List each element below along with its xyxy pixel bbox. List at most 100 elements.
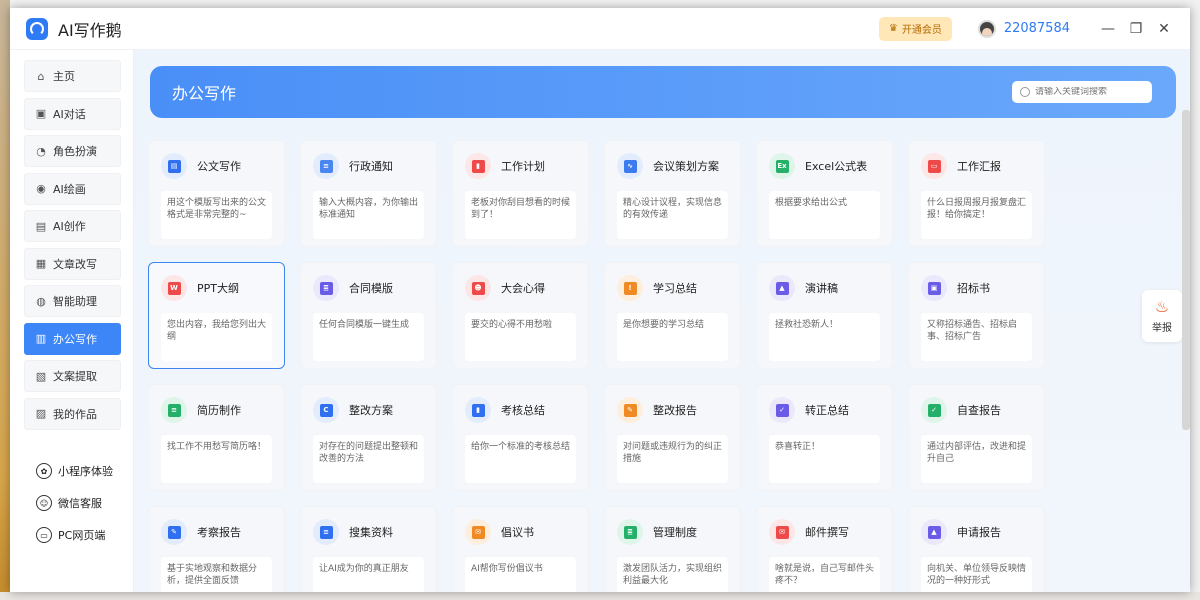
sidebar-item-6[interactable]: ◍ 智能助理 bbox=[24, 285, 121, 317]
card-icon-glyph: ✉ bbox=[775, 525, 789, 539]
card-header: Ex Excel公式表 bbox=[769, 153, 880, 179]
card-title: 整改方案 bbox=[349, 404, 393, 417]
avatar[interactable] bbox=[977, 19, 996, 38]
sidebar-extra-1[interactable]: ☺ 微信客服 bbox=[36, 487, 133, 519]
template-card[interactable]: W PPT大纲您出内容，我给您列出大纲 bbox=[148, 262, 285, 369]
template-card[interactable]: ! 学习总结 是你想要的学习总结 bbox=[604, 262, 741, 369]
template-card[interactable]: ≡ 简历制作 找工作不用愁写简历咯！ bbox=[148, 384, 285, 491]
template-card[interactable]: ▮ 工作计划 老板对你刮目想看的时候到了！ bbox=[452, 140, 589, 247]
template-card[interactable]: ∿ 会议策划方案 精心设计议程，实现信息的有效传递 bbox=[604, 140, 741, 247]
template-card[interactable]: ✉ 倡议书 AI帮你写份倡议书 bbox=[452, 506, 589, 592]
sidebar-item-9[interactable]: ▨ 我的作品 bbox=[24, 397, 121, 430]
sidebar-item-label: 我的作品 bbox=[53, 407, 97, 421]
template-card[interactable]: ✓ 自查报告 通过内部评估，改进和提升自己 bbox=[908, 384, 1045, 491]
card-description: 恭喜转正！ bbox=[769, 435, 880, 483]
card-icon-glyph: ∿ bbox=[623, 159, 637, 173]
template-card[interactable]: ▲ 演讲稿 拯救社恐新人！ bbox=[756, 262, 893, 369]
template-card[interactable]: ≣ 管理制度 激发团队活力，实现组织利益最大化 bbox=[604, 506, 741, 592]
template-card[interactable]: ▣ 招标书 又称招标通告、招标启事、招标广告 bbox=[908, 262, 1045, 369]
sidebar-item-7[interactable]: ▥ 办公写作 bbox=[24, 322, 121, 355]
template-card[interactable]: ✓ 转正总结 恭喜转正！ bbox=[756, 384, 893, 491]
sidebar-item-5[interactable]: ▦ 文章改写 bbox=[24, 247, 121, 280]
desktop-background-top bbox=[0, 0, 1200, 8]
sidebar-item-icon: ◔ bbox=[36, 144, 46, 158]
template-card[interactable]: ≡ 行政通知 输入大概内容，为你输出标准通知 bbox=[300, 140, 437, 247]
sidebar-item-4[interactable]: ▤ AI创作 bbox=[24, 210, 121, 242]
people-icon: ☻ bbox=[465, 275, 491, 301]
sidebar-extra-0[interactable]: ✿ 小程序体验 bbox=[36, 455, 133, 487]
scrollbar[interactable] bbox=[1182, 110, 1190, 430]
sidebar-item-8[interactable]: ▧ 文案提取 bbox=[24, 360, 121, 392]
collect-icon: ≡ bbox=[313, 519, 339, 545]
close-button[interactable]: ✕ bbox=[1150, 21, 1178, 37]
card-icon-glyph: ✎ bbox=[623, 403, 637, 417]
card-icon-glyph: ▮ bbox=[471, 159, 485, 173]
sidebar-item-icon: ◍ bbox=[36, 294, 46, 308]
template-card[interactable]: C 整改方案 对存在的问题提出整顿和改善的方法 bbox=[300, 384, 437, 491]
card-description: 输入大概内容，为你输出标准通知 bbox=[313, 191, 424, 239]
excel-icon: Ex bbox=[769, 153, 795, 179]
chart-icon: ∿ bbox=[617, 153, 643, 179]
template-card[interactable]: ✎ 考察报告基于实地观察和数据分析，提供全面反馈 bbox=[148, 506, 285, 592]
card-description: 啥就是说，自己写邮件头疼不？ bbox=[769, 557, 880, 592]
card-title: 大会心得 bbox=[501, 282, 545, 295]
card-title: 申请报告 bbox=[957, 526, 1001, 539]
card-header: ✎ 考察报告 bbox=[161, 519, 272, 545]
search-icon bbox=[1020, 87, 1030, 97]
sidebar-item-label: 办公写作 bbox=[53, 332, 97, 346]
report-button[interactable]: ♨ 举报 bbox=[1142, 290, 1182, 342]
template-card[interactable]: ✎ 整改报告 对问题或违规行为的纠正措施 bbox=[604, 384, 741, 491]
card-description: 用这个模版写出来的公文格式是非常完整的~ bbox=[161, 191, 272, 239]
sidebar-item-icon: ▤ bbox=[35, 219, 47, 233]
template-card[interactable]: Ex Excel公式表 根据要求给出公式 bbox=[756, 140, 893, 247]
card-header: ▮ 工作计划 bbox=[465, 153, 576, 179]
sidebar-item-icon: ▥ bbox=[35, 332, 47, 345]
template-card[interactable]: ▤ 公文写作用这个模版写出来的公文格式是非常完整的~ bbox=[148, 140, 285, 247]
template-card[interactable]: ≣ 合同模版 任何合同模版一键生成 bbox=[300, 262, 437, 369]
card-header: ✓ 自查报告 bbox=[921, 397, 1032, 423]
extra-label: 微信客服 bbox=[58, 497, 102, 510]
card-title: 转正总结 bbox=[805, 404, 849, 417]
vip-button[interactable]: ♛ 开通会员 bbox=[878, 16, 952, 41]
podium-icon: ▲ bbox=[769, 275, 795, 301]
card-icon-glyph: ✓ bbox=[927, 403, 941, 417]
sidebar-item-icon: ◉ bbox=[36, 182, 46, 195]
template-card[interactable]: ☻ 大会心得要交的心得不用愁啦 bbox=[452, 262, 589, 369]
card-description: 要交的心得不用愁啦 bbox=[465, 313, 576, 361]
sidebar-item-0[interactable]: ⌂ 主页 bbox=[24, 60, 121, 92]
card-icon-glyph: ▣ bbox=[927, 281, 941, 295]
stamp-icon: ▲ bbox=[921, 519, 947, 545]
sidebar-item-2[interactable]: ◔ 角色扮演 bbox=[24, 135, 121, 167]
search-box[interactable] bbox=[1012, 81, 1152, 103]
doc-icon: ▣ bbox=[921, 275, 947, 301]
card-header: ▤ 公文写作 bbox=[161, 153, 272, 179]
template-card[interactable]: ▭ 工作汇报 什么日报周报月报复盘汇报！给你搞定！ bbox=[908, 140, 1045, 247]
template-card[interactable]: ▮ 考核总结给你一个标准的考核总结 bbox=[452, 384, 589, 491]
card-description: 您出内容，我给您列出大纲 bbox=[161, 313, 272, 361]
sidebar-extra-2[interactable]: ▭ PC网页端 bbox=[36, 519, 133, 551]
card-header: ▭ 工作汇报 bbox=[921, 153, 1032, 179]
card-icon-glyph: ! bbox=[623, 281, 637, 295]
card-header: W PPT大纲 bbox=[161, 275, 272, 301]
card-title: 考核总结 bbox=[501, 404, 545, 417]
card-header: ▣ 招标书 bbox=[921, 275, 1032, 301]
username[interactable]: 22087584 bbox=[1004, 21, 1070, 36]
template-card[interactable]: ✉ 邮件撰写 啥就是说，自己写邮件头疼不？ bbox=[756, 506, 893, 592]
search-input[interactable] bbox=[1035, 87, 1145, 97]
card-icon-glyph: ✎ bbox=[167, 525, 181, 539]
template-card[interactable]: ≡ 搜集资料 让AI成为你的真正朋友 bbox=[300, 506, 437, 592]
card-description: 是你想要的学习总结 bbox=[617, 313, 728, 361]
card-description: 给你一个标准的考核总结 bbox=[465, 435, 576, 483]
sidebar-item-3[interactable]: ◉ AI绘画 bbox=[24, 172, 121, 205]
card-title: Excel公式表 bbox=[805, 160, 868, 173]
desktop-background-bottom bbox=[0, 592, 1200, 600]
maximize-button[interactable]: ❐ bbox=[1122, 21, 1150, 37]
card-header: ▲ 申请报告 bbox=[921, 519, 1032, 545]
minimize-button[interactable]: — bbox=[1094, 21, 1122, 37]
contract-icon: ≣ bbox=[313, 275, 339, 301]
extra-label: 小程序体验 bbox=[58, 465, 113, 478]
sidebar-item-1[interactable]: ▣ AI对话 bbox=[24, 97, 121, 130]
template-card[interactable]: ▲ 申请报告 向机关、单位领导反映情况的一种好形式 bbox=[908, 506, 1045, 592]
bookmark-icon: ▮ bbox=[465, 397, 491, 423]
card-description: 基于实地观察和数据分析，提供全面反馈 bbox=[161, 557, 272, 592]
